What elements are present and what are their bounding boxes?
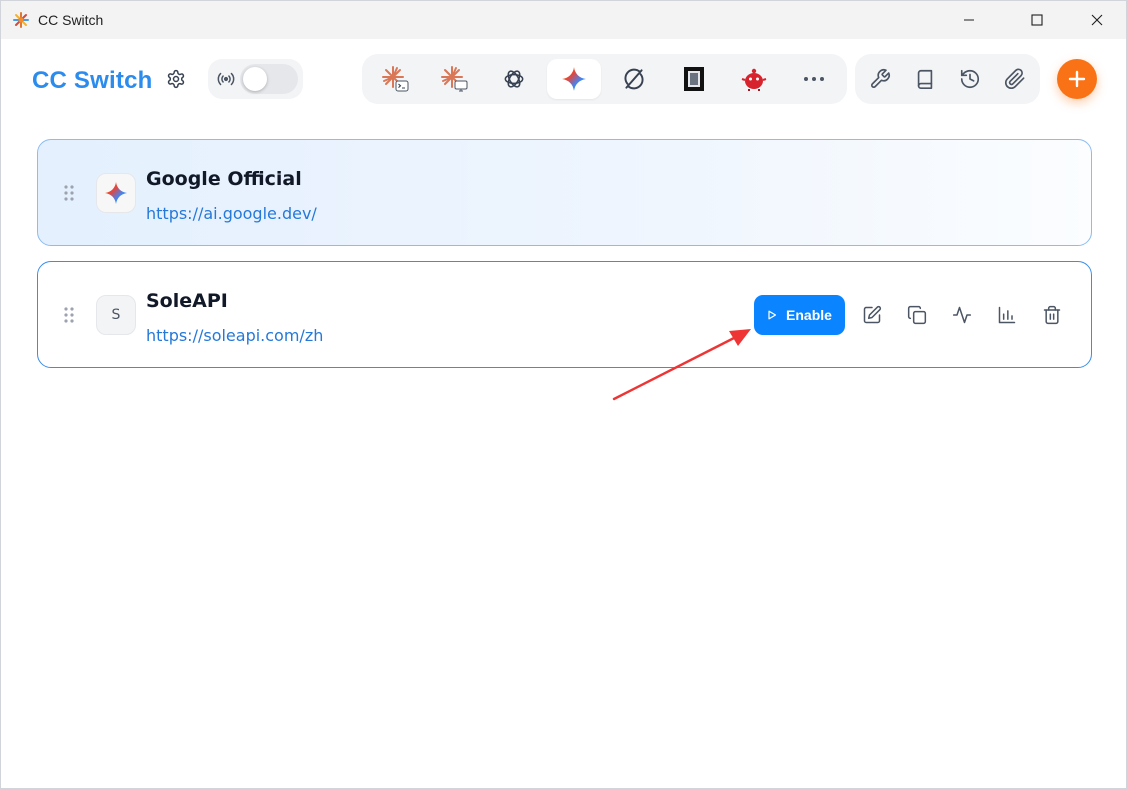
edit-button[interactable] (860, 303, 884, 327)
plus-icon (1068, 70, 1086, 88)
provider-name: Google Official (146, 168, 302, 190)
wrench-icon (871, 69, 890, 88)
app-logo-icon (13, 12, 29, 28)
book-icon (917, 69, 933, 89)
tab-terminal-app[interactable] (667, 59, 721, 99)
toggle-knob (243, 67, 267, 91)
tab-more[interactable] (787, 59, 841, 99)
terminal-app-icon (684, 67, 704, 91)
tab-claude-desktop[interactable] (427, 59, 481, 99)
enable-button[interactable]: Enable (754, 295, 845, 335)
app-window: CC Switch CC Switch Google Official http… (0, 0, 1127, 789)
history-button[interactable] (957, 66, 983, 92)
tab-opencode[interactable] (607, 59, 661, 99)
duplicate-button[interactable] (905, 303, 929, 327)
bar-chart-icon (998, 306, 1016, 324)
tab-mascot-app[interactable] (727, 59, 781, 99)
app-switcher (362, 54, 847, 104)
trash-icon (1043, 305, 1061, 325)
activity-icon (952, 306, 972, 324)
play-icon (768, 310, 777, 320)
provider-initial: S (111, 307, 121, 323)
proxy-toggle-group (208, 59, 303, 99)
gemini-icon (105, 182, 127, 204)
mascot-app-icon (741, 68, 767, 91)
close-button[interactable] (1074, 1, 1120, 39)
app-brand[interactable]: CC Switch (32, 67, 152, 95)
maximize-icon (1031, 14, 1043, 26)
provider-avatar (96, 173, 136, 213)
tab-claude-code[interactable] (368, 59, 422, 99)
window-title: CC Switch (38, 12, 104, 28)
settings-button[interactable] (164, 67, 188, 91)
tab-gemini[interactable] (547, 59, 601, 99)
test-latency-button[interactable] (950, 303, 974, 327)
gear-icon (167, 69, 185, 89)
more-icon (804, 77, 824, 81)
copy-icon (907, 305, 927, 325)
minimize-icon (964, 19, 974, 21)
provider-url-link[interactable]: https://ai.google.dev/ (146, 204, 317, 223)
paperclip-icon (1004, 68, 1025, 90)
provider-avatar: S (96, 295, 136, 335)
provider-url-link[interactable]: https://soleapi.com/zh (146, 326, 323, 345)
proxy-toggle[interactable] (240, 64, 298, 94)
usage-stats-button[interactable] (995, 303, 1019, 327)
claude-code-icon (382, 66, 409, 92)
openai-codex-icon (504, 70, 524, 88)
tab-openai-codex[interactable] (487, 59, 541, 99)
history-icon (960, 69, 980, 89)
close-icon (1091, 14, 1103, 26)
add-provider-button[interactable] (1057, 59, 1097, 99)
provider-card-google-official[interactable]: Google Official https://ai.google.dev/ (37, 139, 1092, 246)
docs-button[interactable] (912, 66, 938, 92)
claude-desktop-icon (441, 66, 468, 92)
drag-handle-icon[interactable] (63, 184, 75, 202)
tool-bar (855, 54, 1040, 104)
enable-label: Enable (786, 307, 832, 323)
minimize-button[interactable] (946, 1, 992, 39)
broadcast-icon (217, 72, 235, 86)
provider-name: SoleAPI (146, 290, 228, 312)
drag-handle-icon[interactable] (63, 306, 75, 324)
opencode-icon (624, 68, 644, 90)
delete-button[interactable] (1040, 303, 1064, 327)
tools-button[interactable] (867, 66, 893, 92)
annotation-arrow (612, 329, 751, 401)
provider-card-soleapi[interactable]: S SoleAPI https://soleapi.com/zh Enable (37, 261, 1092, 368)
title-bar: CC Switch (1, 1, 1126, 39)
gemini-icon (562, 67, 586, 91)
edit-icon (863, 305, 882, 324)
maximize-button[interactable] (1014, 1, 1060, 39)
attachments-button[interactable] (1002, 66, 1028, 92)
